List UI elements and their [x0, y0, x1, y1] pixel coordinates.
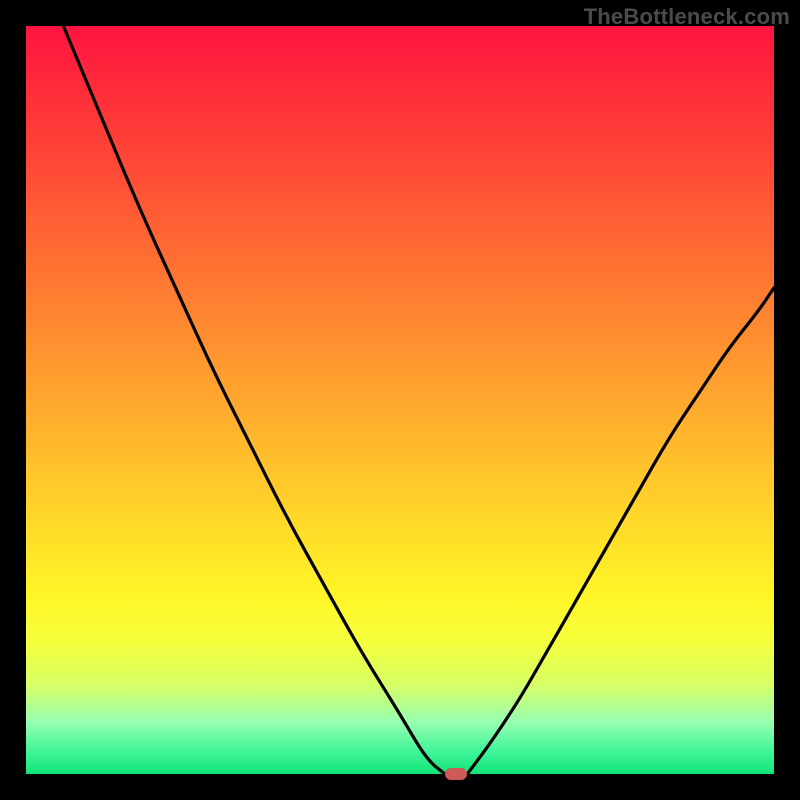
- min-point-marker: [445, 768, 467, 780]
- bottleneck-curve: [26, 26, 774, 774]
- chart-frame: TheBottleneck.com: [0, 0, 800, 800]
- watermark-text: TheBottleneck.com: [584, 4, 790, 30]
- curve-path: [63, 26, 774, 774]
